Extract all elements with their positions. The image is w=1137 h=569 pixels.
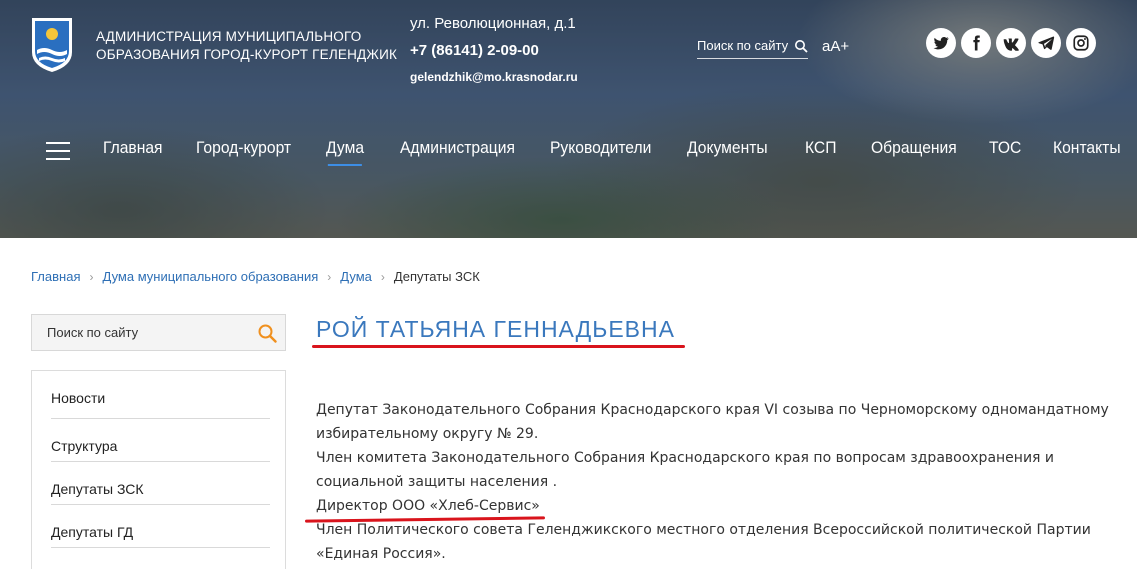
search-icon[interactable] bbox=[257, 323, 277, 343]
breadcrumb-link-home[interactable]: Главная bbox=[31, 269, 80, 284]
nav-item-leaders[interactable]: Руководители bbox=[550, 138, 651, 158]
search-icon[interactable] bbox=[794, 39, 808, 53]
main-nav: Главная Город-курорт Дума Администрация … bbox=[0, 134, 1137, 170]
header-search[interactable]: Поиск по сайту bbox=[697, 33, 808, 59]
sidebar-item-deputies-zsk[interactable]: Депутаты ЗСК bbox=[51, 462, 270, 505]
nav-item-contacts[interactable]: Контакты bbox=[1053, 138, 1121, 158]
telegram-icon[interactable] bbox=[1031, 28, 1061, 58]
nav-item-appeals[interactable]: Обращения bbox=[871, 138, 957, 158]
nav-item-documents[interactable]: Документы bbox=[687, 138, 768, 158]
font-size-toggle[interactable]: аА+ bbox=[822, 38, 849, 55]
social-links bbox=[926, 28, 1096, 58]
breadcrumb-link-duma[interactable]: Дума bbox=[340, 269, 372, 284]
breadcrumb-current: Депутаты ЗСК bbox=[393, 269, 480, 284]
nav-item-duma[interactable]: Дума bbox=[326, 138, 364, 166]
text-line: «Единая Россия». bbox=[316, 546, 446, 562]
address-text: ул. Революционная, д.1 bbox=[410, 15, 576, 32]
twitter-icon[interactable] bbox=[926, 28, 956, 58]
nav-item-ksp[interactable]: КСП bbox=[805, 138, 836, 158]
page-title: Рой Татьяна Геннадьевна bbox=[316, 316, 675, 342]
org-name-line2: образования город-курорт Геленджик bbox=[96, 47, 398, 62]
annotation-underline-title bbox=[312, 345, 685, 348]
text-line: социальной защиты населения . bbox=[316, 474, 558, 490]
breadcrumb-link-duma-mo[interactable]: Дума муниципального образования bbox=[102, 269, 318, 284]
text-line: Член комитета Законодательного Собрания … bbox=[316, 450, 1055, 466]
instagram-icon[interactable] bbox=[1066, 28, 1096, 58]
chevron-right-icon: › bbox=[327, 269, 332, 284]
sidebar-search-placeholder: Поиск по сайту bbox=[47, 325, 139, 340]
phone-link[interactable]: +7 (86141) 2-09-00 bbox=[410, 41, 578, 61]
text-line: Член Политического совета Геленджикского… bbox=[316, 522, 1091, 538]
nav-item-tos[interactable]: ТОС bbox=[989, 138, 1021, 158]
header-search-label: Поиск по сайту bbox=[697, 38, 789, 53]
text-line-director: Директор ООО «Хлеб-Сервис» bbox=[316, 498, 540, 514]
header-contacts: ул. Революционная, д.1 +7 (86141) 2-09-0… bbox=[410, 14, 578, 85]
burger-menu-icon[interactable] bbox=[46, 142, 70, 160]
sidebar-item-news[interactable]: Новости bbox=[51, 371, 270, 419]
org-name-line1: Администрация муниципального bbox=[96, 29, 362, 44]
breadcrumb: Главная › Дума муниципального образовани… bbox=[31, 269, 480, 284]
org-name[interactable]: Администрация муниципального образования… bbox=[96, 28, 397, 64]
sidebar-item-deputies-gd[interactable]: Депутаты ГД bbox=[51, 505, 270, 548]
chevron-right-icon: › bbox=[89, 269, 94, 284]
nav-item-home[interactable]: Главная bbox=[103, 138, 163, 158]
chevron-right-icon: › bbox=[380, 269, 385, 284]
main-content: Депутат Законодательного Собрания Красно… bbox=[316, 398, 1116, 566]
nav-item-resort[interactable]: Город-курорт bbox=[196, 138, 291, 158]
facebook-icon[interactable] bbox=[961, 28, 991, 58]
text-line: Депутат Законодательного Собрания Красно… bbox=[316, 402, 1109, 418]
nav-item-administration[interactable]: Администрация bbox=[400, 138, 515, 158]
coat-of-arms-logo[interactable] bbox=[30, 16, 74, 74]
sidebar-item-reception-schedule[interactable]: График приёмов граждан bbox=[51, 548, 270, 569]
sidebar-item-structure[interactable]: Структура bbox=[51, 419, 270, 462]
vk-icon[interactable] bbox=[996, 28, 1026, 58]
text-line: избирательному округу № 29. bbox=[316, 426, 539, 442]
sidebar-search-input[interactable]: Поиск по сайту bbox=[31, 314, 286, 351]
email-link[interactable]: gelendzhik@mo.krasnodar.ru bbox=[410, 69, 578, 85]
sidebar-menu: Новости Структура Депутаты ЗСК Депутаты … bbox=[31, 370, 286, 569]
